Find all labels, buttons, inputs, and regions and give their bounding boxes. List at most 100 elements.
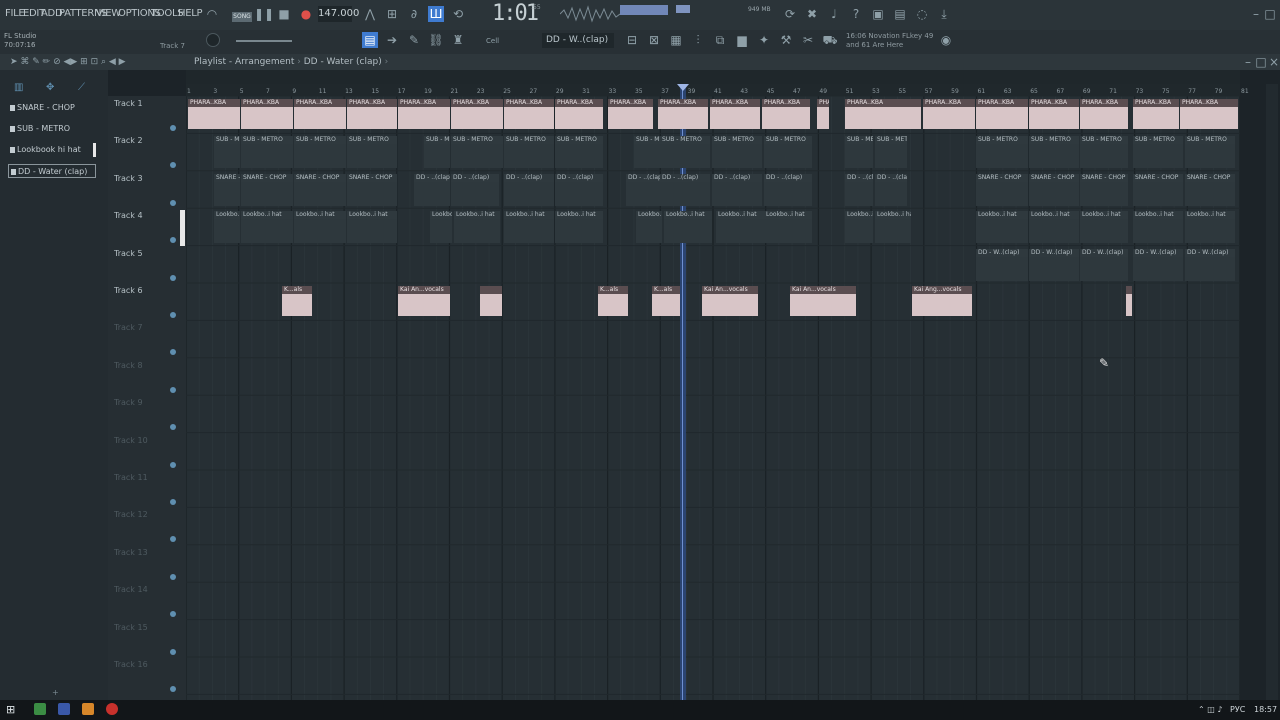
- clip[interactable]: [430, 219, 452, 244]
- clip[interactable]: [660, 181, 710, 206]
- timeline-ruler[interactable]: [186, 84, 1240, 96]
- clip-label[interactable]: PHARA..KBA: [845, 99, 921, 107]
- clip-label[interactable]: PHARA..KBA: [658, 99, 708, 107]
- clip-label[interactable]: Lookbo..i hat: [976, 211, 1028, 220]
- clip-label[interactable]: PHARA..KBA: [504, 99, 554, 107]
- clip-label[interactable]: SNARE - CHOP: [1185, 173, 1235, 182]
- plugin-picker-icon[interactable]: ⧉: [712, 32, 728, 48]
- clip[interactable]: [555, 219, 603, 244]
- picker-mode-icon[interactable]: ▥: [14, 82, 23, 93]
- clip-label[interactable]: Lookbo..i hat: [1029, 211, 1079, 220]
- pattern-item[interactable]: SUB - METRO: [8, 122, 96, 136]
- clip-label[interactable]: DD - W..(clap): [1185, 248, 1235, 257]
- clip-label[interactable]: DD - ..(clap): [875, 173, 907, 182]
- clip[interactable]: [424, 144, 450, 169]
- clip[interactable]: [658, 107, 708, 129]
- clip-label[interactable]: PHARA..KBA: [347, 99, 397, 107]
- record-icon[interactable]: ●: [298, 6, 314, 22]
- clip-label[interactable]: DD - W..(clap): [1029, 248, 1079, 257]
- browser-icon[interactable]: ⫶: [690, 32, 706, 48]
- clip[interactable]: [555, 144, 603, 169]
- track-mute-dot[interactable]: [170, 199, 176, 206]
- clip-label[interactable]: SUB - METRO: [347, 136, 397, 145]
- clip-label[interactable]: K...als: [652, 286, 680, 294]
- clip-label[interactable]: Lookbo..i hat: [555, 211, 603, 220]
- song-overview[interactable]: [186, 70, 1240, 84]
- clip[interactable]: [976, 219, 1028, 244]
- stamp-tool-icon[interactable]: ✂: [800, 32, 816, 48]
- clip[interactable]: [241, 144, 293, 169]
- clip-label[interactable]: Lookbo..i hat: [875, 211, 911, 220]
- track-name[interactable]: Track 5: [114, 249, 143, 258]
- clip-label[interactable]: SUB - METRO: [1029, 136, 1079, 145]
- clock[interactable]: 18:57: [1254, 705, 1277, 714]
- playlist-view-icon[interactable]: ▤: [362, 32, 378, 48]
- clip[interactable]: [214, 144, 240, 169]
- clip[interactable]: [1185, 144, 1235, 169]
- clip[interactable]: [790, 294, 856, 316]
- clip[interactable]: [598, 294, 628, 316]
- fl-studio-icon[interactable]: [82, 703, 94, 715]
- clip[interactable]: [1133, 107, 1179, 129]
- step-edit-icon[interactable]: Ш: [428, 6, 444, 22]
- clip-label[interactable]: PHARA..KBA: [923, 99, 975, 107]
- clip-label[interactable]: PHARA..KBA: [608, 99, 653, 107]
- clip[interactable]: [1029, 107, 1079, 129]
- clip-label[interactable]: PHARA..KBA: [762, 99, 810, 107]
- clip[interactable]: [504, 219, 554, 244]
- loop-record-icon[interactable]: ⟲: [450, 6, 466, 22]
- clip-label[interactable]: Lookbo..i hat: [845, 211, 873, 220]
- clip[interactable]: [1185, 181, 1235, 206]
- clip[interactable]: [555, 107, 603, 129]
- clip-label[interactable]: SUB - METRO: [294, 136, 346, 145]
- arrow-right-icon[interactable]: ➔: [384, 32, 400, 48]
- track-name[interactable]: Track 3: [114, 174, 143, 183]
- clip-label[interactable]: DD - ..(clap): [764, 173, 812, 182]
- clip[interactable]: [398, 294, 450, 316]
- clip-label[interactable]: SUB - METRO: [712, 136, 762, 145]
- clip-label[interactable]: Kai An...vocals: [702, 286, 758, 294]
- menu-file[interactable]: FILE: [5, 8, 25, 19]
- clip-label[interactable]: SUB - METRO: [1133, 136, 1183, 145]
- clip[interactable]: [660, 144, 710, 169]
- track-name[interactable]: Track 14: [114, 585, 148, 594]
- clip[interactable]: [504, 144, 554, 169]
- chain-icon[interactable]: ⛓: [428, 32, 444, 48]
- add-track-icon[interactable]: +: [52, 688, 59, 697]
- pattern-item[interactable]: DD - Water (clap): [8, 164, 96, 178]
- track-name[interactable]: Track 2: [114, 136, 143, 145]
- clip[interactable]: [1080, 107, 1128, 129]
- clip-label[interactable]: SNARE - CHOP: [976, 173, 1028, 182]
- track-name[interactable]: Track 13: [114, 548, 148, 557]
- clip[interactable]: [845, 181, 873, 206]
- track-mute-dot[interactable]: [170, 461, 176, 468]
- clip[interactable]: [764, 144, 812, 169]
- clip[interactable]: [762, 107, 810, 129]
- clip-label[interactable]: SUB - METRO: [660, 136, 710, 145]
- track-mute-dot[interactable]: [170, 686, 176, 692]
- track-name[interactable]: Track 9: [114, 398, 143, 407]
- clip-label[interactable]: Lookbo..i hat: [430, 211, 452, 220]
- clip-label[interactable]: SUB - METRO: [504, 136, 554, 145]
- mixer-icon[interactable]: ⊟: [624, 32, 640, 48]
- clip-label[interactable]: PHARA..KBA: [188, 99, 240, 107]
- clip[interactable]: [347, 144, 397, 169]
- clip-label[interactable]: DD - ..(clap): [555, 173, 603, 182]
- countdown-icon[interactable]: ∂: [406, 6, 422, 22]
- clip[interactable]: [347, 219, 397, 244]
- clip-label[interactable]: DD - ..(clap): [712, 173, 762, 182]
- chat-icon[interactable]: ◌: [914, 6, 930, 22]
- clip[interactable]: [636, 219, 662, 244]
- clip[interactable]: [214, 181, 240, 206]
- clip[interactable]: [608, 107, 653, 129]
- start-icon[interactable]: ⊞: [6, 703, 15, 716]
- clip[interactable]: [555, 181, 603, 206]
- clip-label[interactable]: SNARE - CHOP: [1080, 173, 1128, 182]
- refresh-icon[interactable]: ⟳: [782, 6, 798, 22]
- clip-label[interactable]: SUB - METRO: [424, 136, 450, 145]
- clip[interactable]: [702, 294, 758, 316]
- clip[interactable]: [764, 219, 812, 244]
- clip[interactable]: [1185, 256, 1235, 281]
- stamp-icon[interactable]: ♜: [450, 32, 466, 48]
- tempo-display[interactable]: 147.000: [318, 6, 359, 22]
